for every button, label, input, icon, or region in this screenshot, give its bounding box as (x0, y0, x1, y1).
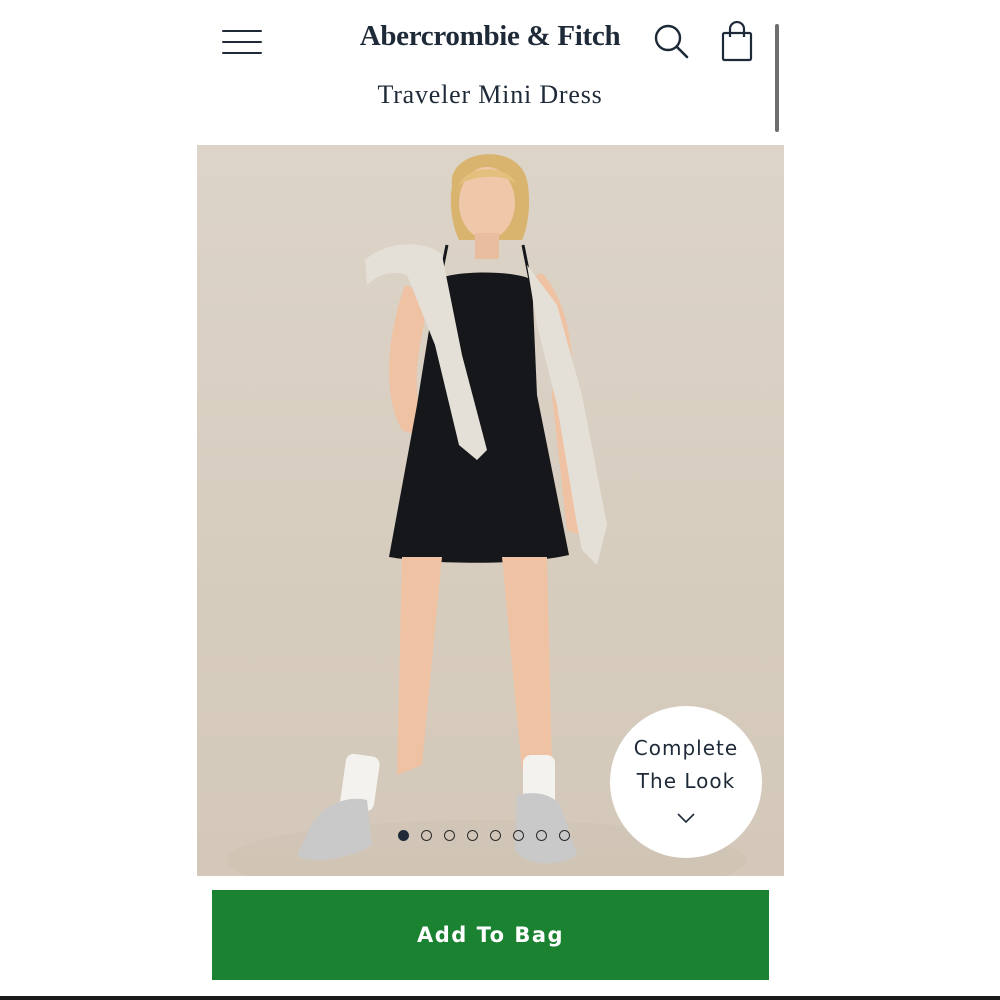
complete-the-look-line1: Complete (633, 736, 739, 760)
carousel-dot-4[interactable] (467, 830, 478, 841)
add-to-bag-button[interactable]: Add To Bag (212, 890, 769, 980)
search-icon[interactable] (652, 22, 690, 60)
carousel-dot-7[interactable] (536, 830, 547, 841)
scrollbar[interactable] (775, 24, 779, 132)
product-page: Abercrombie & Fitch Traveler Mini Dress (0, 0, 1000, 1000)
hamburger-menu-icon[interactable] (222, 28, 262, 56)
carousel-dot-6[interactable] (513, 830, 524, 841)
complete-the-look-line2: The Look (636, 769, 736, 793)
brand-logo[interactable]: Abercrombie & Fitch (345, 20, 635, 53)
chevron-down-icon (677, 813, 695, 824)
complete-the-look-button[interactable]: Complete The Look (610, 706, 762, 858)
carousel-dot-2[interactable] (421, 830, 432, 841)
product-title: Traveler Mini Dress (377, 80, 603, 109)
carousel-dots (398, 830, 570, 844)
carousel-dot-1[interactable] (398, 830, 409, 841)
shopping-bag-icon[interactable] (719, 20, 755, 63)
bottom-divider (0, 996, 1000, 1000)
carousel-dot-3[interactable] (444, 830, 455, 841)
carousel-dot-5[interactable] (490, 830, 501, 841)
carousel-dot-8[interactable] (559, 830, 570, 841)
